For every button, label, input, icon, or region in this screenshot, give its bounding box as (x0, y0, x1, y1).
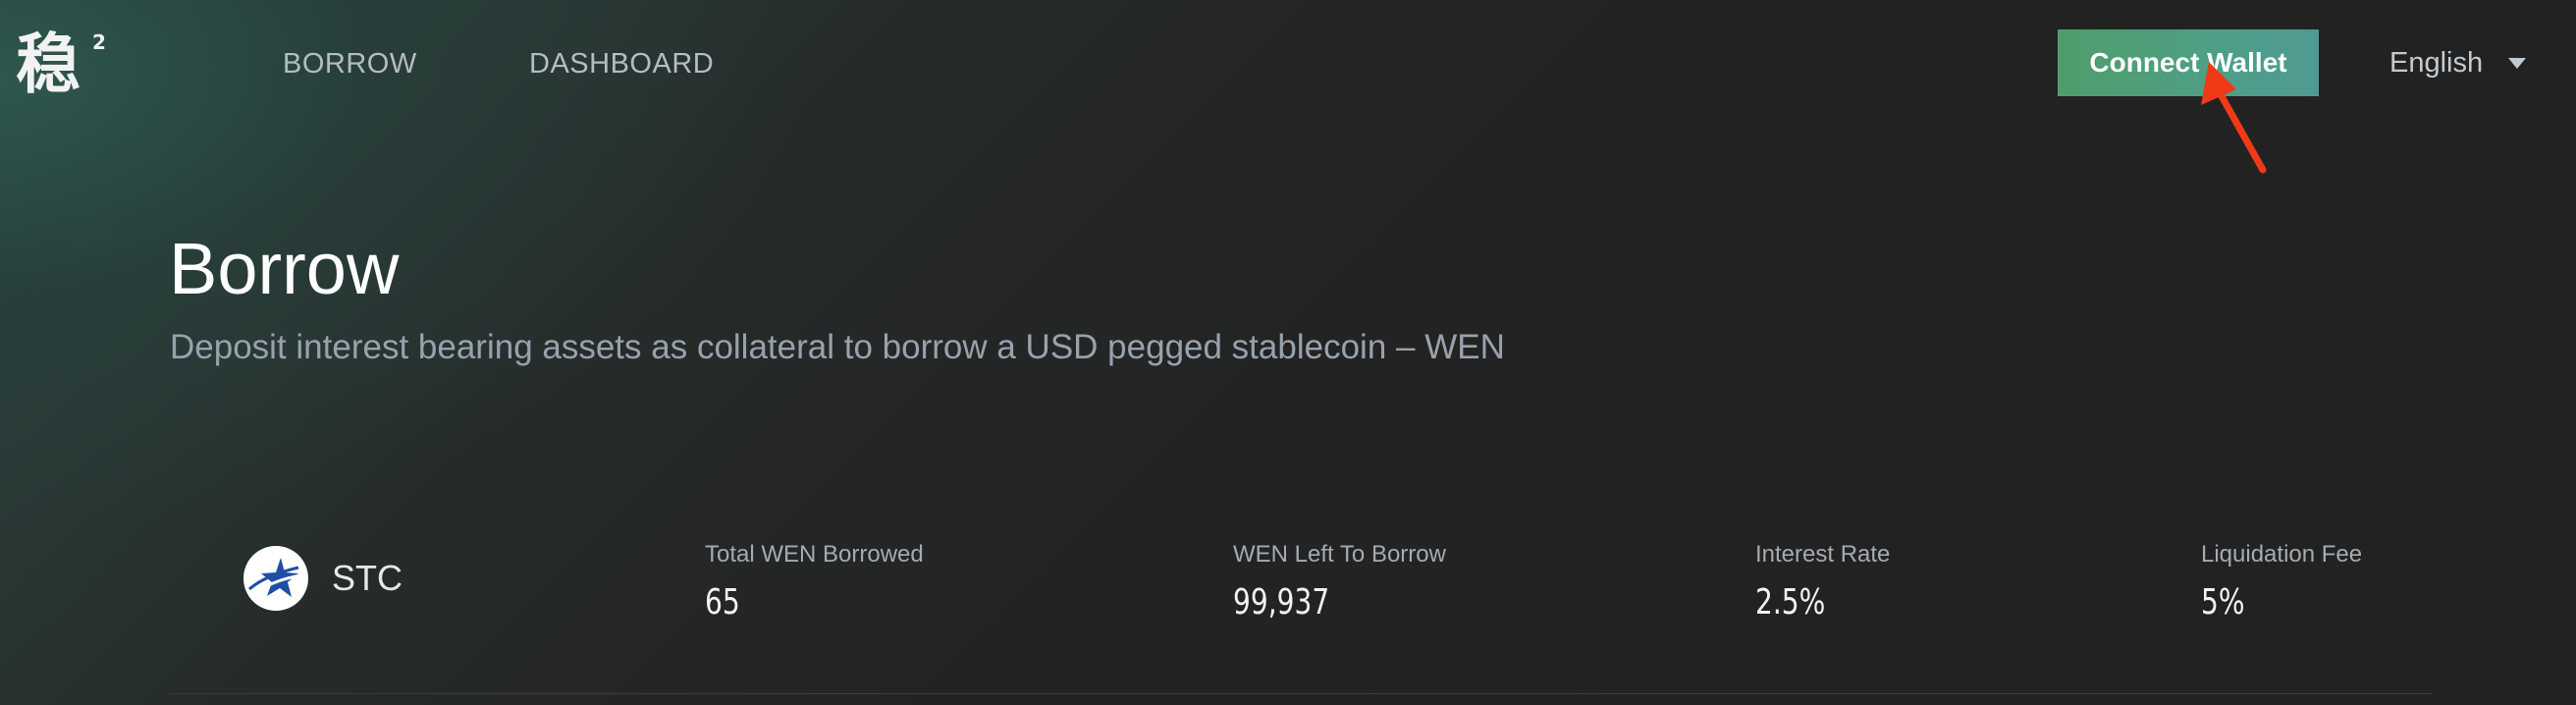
page-subtitle: Deposit interest bearing assets as colla… (170, 328, 1505, 366)
logo[interactable]: 稳 2 (16, 26, 110, 96)
asset-cell[interactable]: STC (243, 545, 402, 612)
stc-token-icon (243, 546, 308, 611)
chevron-down-icon (2508, 57, 2527, 69)
stat-interest-rate: Interest Rate 2.5% (1755, 540, 1890, 623)
page-title: Borrow (169, 228, 400, 309)
stat-value: 5% (2201, 582, 2245, 623)
stat-liquidation-fee: Liquidation Fee 5% (2201, 540, 2362, 623)
stat-label: Total WEN Borrowed (705, 541, 924, 568)
row-divider (169, 693, 2433, 694)
stat-total-borrowed: Total WEN Borrowed 65 (705, 540, 924, 623)
stat-label: Liquidation Fee (2201, 541, 2363, 568)
stat-value: 99,937 (1233, 582, 1330, 623)
stat-left-to-borrow: WEN Left To Borrow 99,937 (1233, 540, 1446, 623)
connect-wallet-button[interactable]: Connect Wallet (2058, 29, 2319, 96)
logo-superscript: 2 (92, 30, 106, 54)
stat-value: 2.5% (1755, 582, 1826, 623)
stat-label: WEN Left To Borrow (1233, 541, 1446, 568)
page: 稳 2 BORROW DASHBOARD Connect Wallet Engl… (0, 0, 2576, 705)
language-select[interactable]: English (2389, 45, 2527, 81)
logo-glyph: 稳 (16, 27, 80, 96)
asset-name: STC (332, 558, 402, 598)
stat-value: 65 (705, 582, 740, 623)
nav-dashboard[interactable]: DASHBOARD (529, 47, 714, 81)
language-label: English (2389, 46, 2484, 79)
nav-borrow[interactable]: BORROW (283, 47, 417, 81)
stat-label: Interest Rate (1755, 541, 1891, 568)
